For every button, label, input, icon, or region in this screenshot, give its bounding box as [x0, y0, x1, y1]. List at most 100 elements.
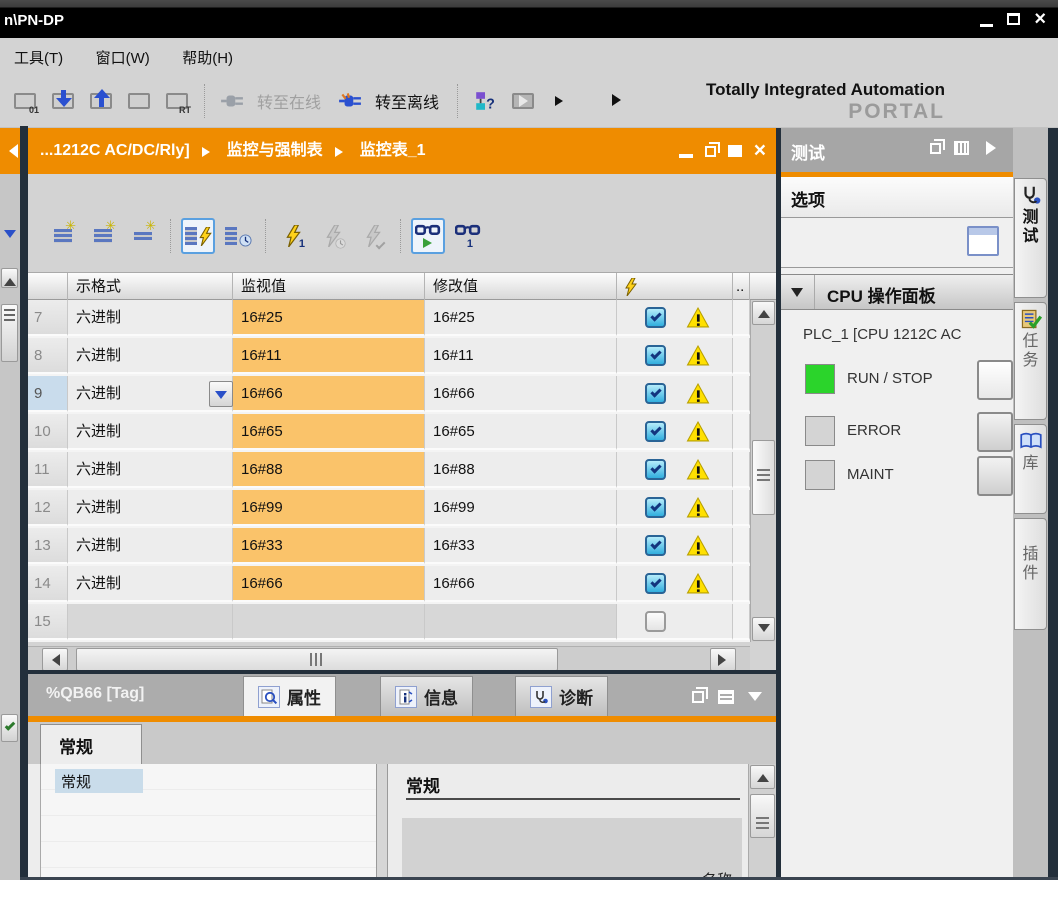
- scrollbar-thumb[interactable]: [76, 648, 558, 671]
- modify-checkbox[interactable]: [645, 307, 666, 328]
- breadcrumb-folder[interactable]: 监控与强制表: [227, 128, 323, 174]
- insert-row-icon[interactable]: ✳: [46, 218, 80, 254]
- format-cell[interactable]: 六进制: [68, 452, 233, 488]
- tab-tasks[interactable]: 任务: [1014, 302, 1047, 420]
- cpu-panel-section-bar[interactable]: CPU 操作面板: [781, 274, 1013, 310]
- collapse-cell[interactable]: [781, 275, 815, 309]
- exit-runtime-icon[interactable]: [508, 85, 538, 117]
- breadcrumb-table[interactable]: 监控表_1: [360, 128, 426, 174]
- download-to-device-icon[interactable]: [48, 85, 78, 117]
- table-vertical-scrollbar[interactable]: [750, 300, 776, 642]
- tab-addins[interactable]: 插件: [1014, 518, 1047, 630]
- modify-checkbox[interactable]: [645, 421, 666, 442]
- monitor-once-icon[interactable]: [221, 218, 255, 254]
- columns-icon[interactable]: [954, 141, 969, 155]
- scroll-left-button[interactable]: [42, 648, 68, 671]
- format-cell[interactable]: 六进制: [68, 338, 233, 374]
- collapse-panel-icon[interactable]: [748, 692, 762, 708]
- menu-tools[interactable]: 工具(T): [14, 47, 77, 68]
- float-panel-icon[interactable]: [930, 143, 941, 154]
- format-cell[interactable]: 六进制: [68, 300, 233, 336]
- expand-force-columns-icon[interactable]: 1: [451, 218, 485, 254]
- format-cell[interactable]: 六进制: [68, 566, 233, 602]
- menu-help[interactable]: 帮助(H): [182, 47, 247, 68]
- collapse-right-icon[interactable]: [986, 141, 1003, 155]
- modify-value-cell[interactable]: 16#25: [425, 300, 617, 336]
- modify-checkbox[interactable]: [645, 497, 666, 518]
- modify-value-cell[interactable]: 16#66: [425, 376, 617, 412]
- tab-properties[interactable]: 属性: [243, 676, 336, 716]
- modify-checkbox[interactable]: [645, 459, 666, 480]
- simulation-device-icon[interactable]: [124, 85, 154, 117]
- insert-comment-row-icon[interactable]: ✳: [126, 218, 160, 254]
- splitter[interactable]: [376, 764, 388, 880]
- run-button[interactable]: [977, 360, 1013, 400]
- editor-minimize-icon[interactable]: [679, 154, 693, 158]
- modify-checkbox[interactable]: [645, 611, 666, 632]
- scroll-right-button[interactable]: [710, 648, 736, 671]
- go-offline-button[interactable]: 转至离线: [375, 89, 439, 113]
- go-offline-plug-icon[interactable]: [335, 85, 365, 117]
- modify-checkbox[interactable]: [645, 573, 666, 594]
- menu-window[interactable]: 窗口(W): [96, 47, 164, 68]
- tab-libraries[interactable]: 库: [1014, 424, 1047, 514]
- breadcrumb-device[interactable]: ...1212C AC/DC/Rly]: [40, 128, 190, 174]
- modify-checkbox[interactable]: [645, 345, 666, 366]
- expand-modify-columns-icon[interactable]: [411, 218, 445, 254]
- modify-value-cell[interactable]: 16#65: [425, 414, 617, 450]
- modify-once-icon[interactable]: 1: [276, 218, 310, 254]
- format-cell[interactable]: 六进制: [68, 490, 233, 526]
- minimize-icon[interactable]: [980, 24, 993, 27]
- modify-value-cell[interactable]: 16#11: [425, 338, 617, 374]
- confirm-button[interactable]: [1, 714, 18, 742]
- editor-restore-icon[interactable]: [705, 146, 716, 157]
- table-horizontal-scrollbar[interactable]: [28, 646, 750, 672]
- mres-button[interactable]: [977, 456, 1013, 496]
- modify-value-cell[interactable]: 16#66: [425, 566, 617, 602]
- collapse-left-icon[interactable]: [2, 144, 18, 158]
- list-view-icon[interactable]: [718, 690, 734, 704]
- stop-button[interactable]: [977, 412, 1013, 452]
- modify-checkbox[interactable]: [645, 383, 666, 404]
- col-modify-header[interactable]: 修改值: [425, 273, 617, 300]
- start-runtime-icon[interactable]: RT: [162, 85, 192, 117]
- scrollbar-thumb[interactable]: [750, 794, 775, 838]
- editor-close-icon[interactable]: ×: [754, 142, 766, 160]
- modify-value-cell[interactable]: [425, 604, 617, 640]
- format-cell[interactable]: 六进制: [68, 528, 233, 564]
- scrollbar-thumb[interactable]: [752, 440, 775, 515]
- enable-peripheral-outputs-icon[interactable]: [356, 218, 390, 254]
- format-cell[interactable]: 六进制: [68, 414, 233, 450]
- upload-from-device-icon[interactable]: [86, 85, 116, 117]
- scrollbar-thumb[interactable]: [1, 304, 18, 362]
- scroll-up-button[interactable]: [752, 301, 775, 325]
- memory-card-icon[interactable]: 01: [10, 85, 40, 117]
- subtab-general[interactable]: 常规: [40, 724, 142, 764]
- accessible-devices-icon[interactable]: ?: [470, 85, 500, 117]
- close-icon[interactable]: ×: [1034, 9, 1046, 29]
- tab-test[interactable]: 测试: [1014, 178, 1047, 298]
- scroll-down-button[interactable]: [752, 617, 775, 641]
- toolbar-expand-icon[interactable]: [546, 85, 576, 117]
- col-monitor-header[interactable]: 监视值: [233, 273, 425, 300]
- editor-maximize-icon[interactable]: [728, 145, 742, 157]
- format-cell[interactable]: [68, 604, 233, 640]
- modify-value-cell[interactable]: 16#99: [425, 490, 617, 526]
- nav-item-general[interactable]: 常规: [55, 769, 143, 793]
- modify-checkbox[interactable]: [645, 535, 666, 556]
- col-format-header[interactable]: 示格式: [68, 273, 233, 300]
- monitor-all-icon[interactable]: [181, 218, 215, 254]
- modify-value-cell[interactable]: 16#88: [425, 452, 617, 488]
- tab-info[interactable]: 信息: [380, 676, 473, 716]
- tab-diagnostics[interactable]: 诊断: [515, 676, 608, 716]
- scroll-up-button[interactable]: [750, 765, 775, 789]
- modify-value-cell[interactable]: 16#33: [425, 528, 617, 564]
- modify-with-trigger-icon[interactable]: [316, 218, 350, 254]
- col-modify-enable-header[interactable]: [617, 273, 733, 300]
- scroll-up-button[interactable]: [1, 268, 18, 288]
- maximize-icon[interactable]: [1007, 13, 1020, 25]
- properties-scrollbar[interactable]: [748, 764, 776, 880]
- format-dropdown-button[interactable]: [209, 381, 233, 407]
- float-panel-icon[interactable]: [692, 691, 704, 703]
- add-row-icon[interactable]: ✳: [86, 218, 120, 254]
